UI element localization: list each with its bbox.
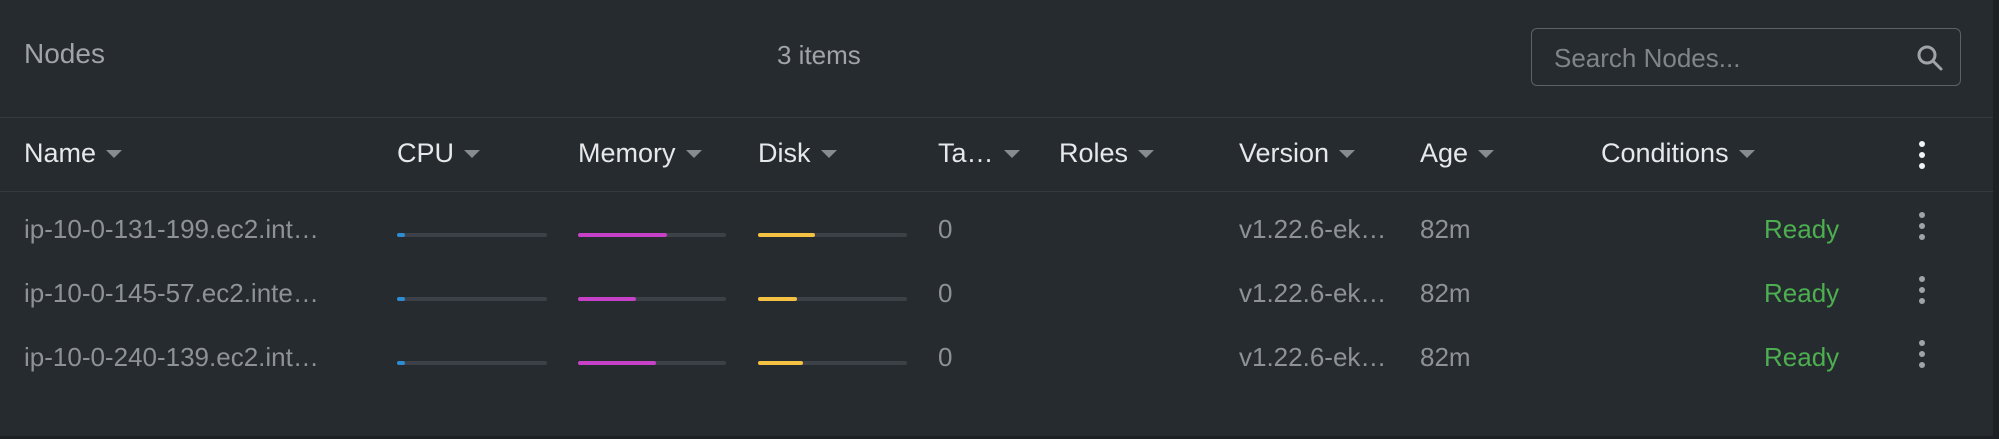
column-label: Version — [1239, 138, 1330, 168]
memory-usage-bar — [578, 233, 726, 237]
page-title: Nodes — [24, 38, 105, 69]
table-row[interactable]: ip-10-0-145-57.ec2.inte… 0 v1.22.6-ek… 82m R… — [0, 258, 1993, 322]
divider — [0, 191, 1993, 192]
memory-usage-fill — [578, 361, 657, 365]
disk-usage-bar — [758, 361, 907, 365]
node-name[interactable]: ip-10-0-240-139.ec2.int… — [24, 342, 319, 373]
disk-usage-fill — [758, 361, 803, 365]
sort-caret-icon — [820, 149, 837, 158]
sort-caret-icon — [1478, 149, 1495, 158]
column-label: Memory — [578, 138, 676, 168]
node-version: v1.22.6-ek… — [1239, 342, 1387, 372]
sort-caret-icon — [1138, 149, 1155, 158]
toolbar: Nodes 3 items — [0, 0, 1993, 117]
sort-caret-icon — [464, 149, 481, 158]
node-name[interactable]: ip-10-0-131-199.ec2.int… — [24, 214, 319, 245]
search-icon[interactable] — [1916, 44, 1944, 72]
node-version: v1.22.6-ek… — [1239, 278, 1387, 308]
cpu-usage-bar — [397, 361, 547, 365]
column-header-roles[interactable]: Roles — [1059, 138, 1155, 169]
column-header-version[interactable]: Version — [1239, 138, 1356, 169]
column-label: CPU — [397, 138, 455, 168]
memory-usage-fill — [578, 233, 667, 237]
row-menu-icon[interactable] — [1918, 276, 1926, 304]
column-header-name[interactable]: Name — [24, 138, 123, 169]
disk-usage-bar — [758, 297, 907, 301]
node-age: 82m — [1420, 342, 1471, 372]
memory-usage-fill — [578, 297, 636, 301]
row-menu-icon[interactable] — [1918, 212, 1926, 240]
sort-caret-icon — [685, 149, 702, 158]
disk-usage-fill — [758, 233, 815, 237]
sort-caret-icon — [106, 149, 123, 158]
cpu-usage-bar — [397, 233, 547, 237]
column-label: Roles — [1059, 138, 1129, 168]
column-label: Age — [1420, 138, 1469, 168]
node-version: v1.22.6-ek… — [1239, 214, 1387, 244]
sort-caret-icon — [1339, 149, 1356, 158]
column-label: Name — [24, 138, 97, 168]
disk-usage-fill — [758, 297, 797, 301]
node-condition: Ready — [1764, 342, 1840, 372]
column-label: Conditions — [1601, 138, 1729, 168]
disk-usage-bar — [758, 233, 907, 237]
cpu-usage-bar — [397, 297, 547, 301]
column-header-cpu[interactable]: CPU — [397, 138, 481, 169]
node-age: 82m — [1420, 278, 1471, 308]
taints-count: 0 — [938, 342, 953, 372]
search-input[interactable] — [1552, 41, 1896, 75]
row-menu-icon[interactable] — [1918, 340, 1926, 368]
memory-usage-bar — [578, 297, 726, 301]
divider — [0, 117, 1993, 118]
cpu-usage-fill — [397, 233, 405, 237]
node-condition: Ready — [1764, 278, 1840, 308]
column-label: Disk — [758, 138, 811, 168]
table-row[interactable]: ip-10-0-131-199.ec2.int… 0 v1.22.6-ek… 82m R… — [0, 194, 1993, 258]
column-header-taints[interactable]: Ta… — [938, 138, 1020, 169]
table-row[interactable]: ip-10-0-240-139.ec2.int… 0 v1.22.6-ek… 82m R… — [0, 322, 1993, 386]
column-header-disk[interactable]: Disk — [758, 138, 837, 169]
cpu-usage-fill — [397, 297, 405, 301]
memory-usage-bar — [578, 361, 726, 365]
cpu-usage-fill — [397, 361, 405, 365]
column-header-memory[interactable]: Memory — [578, 138, 702, 169]
taints-count: 0 — [938, 214, 953, 244]
sort-caret-icon — [1738, 149, 1755, 158]
column-menu-icon[interactable] — [1918, 141, 1926, 169]
column-header-conditions[interactable]: Conditions — [1601, 138, 1755, 169]
node-name[interactable]: ip-10-0-145-57.ec2.inte… — [24, 278, 319, 309]
item-count: 3 items — [777, 40, 861, 70]
column-label: Ta… — [938, 138, 994, 168]
nodes-panel: Nodes 3 items Name CPU Memory Disk Ta… R… — [0, 0, 1993, 436]
column-header-age[interactable]: Age — [1420, 138, 1495, 169]
taints-count: 0 — [938, 278, 953, 308]
sort-caret-icon — [1003, 149, 1020, 158]
search-box[interactable] — [1531, 28, 1961, 86]
node-condition: Ready — [1764, 214, 1840, 244]
node-age: 82m — [1420, 214, 1471, 244]
